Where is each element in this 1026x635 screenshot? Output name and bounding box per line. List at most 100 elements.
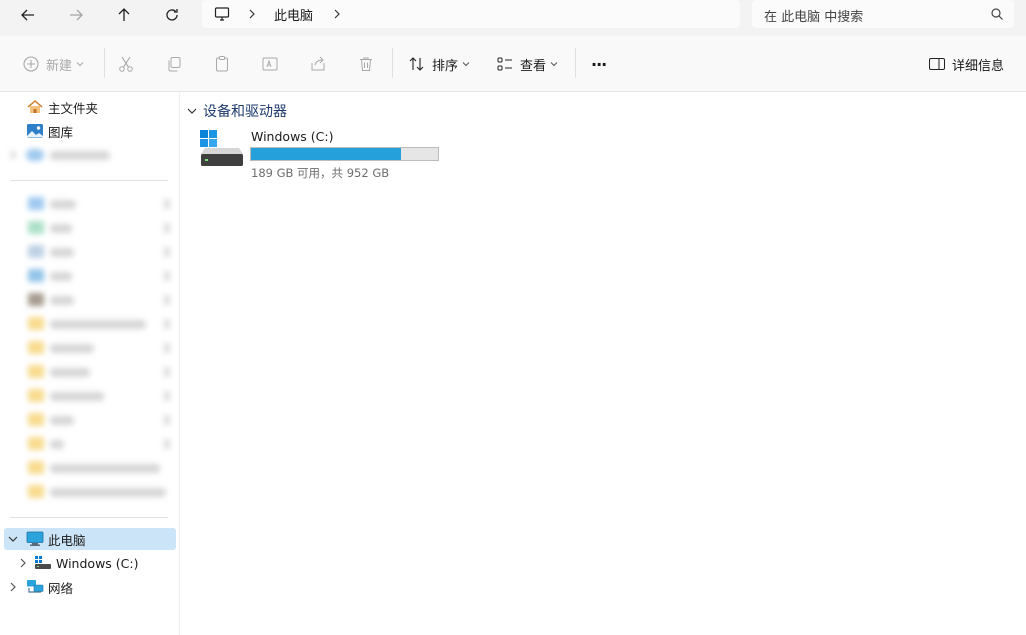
plus-circle-icon (23, 56, 39, 72)
sidebar-item-cloud-account[interactable] (4, 144, 176, 166)
sidebar-pinned-item[interactable] (24, 314, 172, 334)
network-icon (27, 580, 44, 593)
up-button[interactable] (106, 2, 142, 28)
sidebar-item-gallery[interactable]: 图库 (4, 120, 176, 142)
sidebar-item-this-pc[interactable]: 此电脑 (4, 528, 176, 550)
arrow-up-icon (118, 8, 130, 21)
gallery-icon (27, 124, 43, 138)
new-button[interactable]: 新建 (22, 52, 84, 76)
scissors-icon (119, 56, 133, 72)
refresh-button[interactable] (154, 2, 190, 28)
search-placeholder: 在 此电脑 中搜索 (764, 10, 864, 25)
sidebar-pinned-item[interactable] (24, 458, 172, 478)
chevron-right-icon (10, 582, 16, 592)
group-title: 设备和驱动器 (203, 104, 287, 120)
view-label: 查看 (520, 58, 547, 74)
chevron-right-icon (249, 9, 255, 19)
chevron-right-icon (20, 558, 26, 568)
breadcrumb-separator[interactable] (248, 4, 256, 24)
monitor-icon (214, 7, 230, 21)
file-explorer-window: 此电脑 在 此电脑 中搜索 新建 排序 查看 ··· 详细信息 主文件夹 图库 … (0, 0, 1026, 635)
windows-drive-icon (200, 130, 243, 166)
drive-icon (35, 556, 51, 569)
more-options-button[interactable]: ··· (591, 52, 607, 76)
sidebar-pinned-item[interactable] (24, 362, 172, 382)
drive-tile-c[interactable]: Windows (C:) 189 GB 可用，共 952 GB (199, 128, 459, 184)
chevron-down-icon (8, 536, 18, 542)
sidebar-item-home[interactable]: 主文件夹 (4, 96, 176, 118)
clipboard-icon (216, 56, 228, 72)
sidebar-pinned-item[interactable] (24, 482, 172, 502)
sort-label: 排序 (432, 58, 459, 74)
breadcrumb[interactable]: 此电脑 (202, 0, 740, 28)
rename-icon (262, 57, 278, 71)
sidebar-item-label: 网络 (48, 580, 74, 596)
delete-button[interactable] (357, 52, 375, 76)
sidebar-pinned-item[interactable] (24, 194, 172, 214)
toolbar-divider (104, 48, 105, 78)
sidebar-item-label: 图库 (48, 124, 74, 140)
navigation-pane: 主文件夹 图库 此电脑 Windows (C:) 网络 (0, 92, 180, 635)
drive-usage-bar (250, 147, 439, 161)
chevron-down-icon (187, 108, 197, 114)
paste-button[interactable] (213, 52, 231, 76)
share-button[interactable] (309, 52, 327, 76)
sidebar-pinned-item[interactable] (24, 266, 172, 286)
sort-button[interactable]: 排序 (408, 52, 470, 76)
sidebar-pinned-item[interactable] (24, 338, 172, 358)
sidebar-pinned-item[interactable] (24, 218, 172, 238)
sidebar-item-network[interactable]: 网络 (4, 576, 176, 598)
sort-icon (409, 57, 424, 71)
rename-button[interactable] (261, 52, 279, 76)
new-label: 新建 (46, 58, 73, 74)
sidebar-pinned-item[interactable] (24, 434, 172, 454)
toolbar-divider (392, 48, 393, 78)
refresh-icon (166, 9, 178, 21)
sidebar-pinned-item[interactable] (24, 242, 172, 262)
group-header-devices[interactable]: 设备和驱动器 (187, 101, 287, 121)
search-icon (991, 8, 1003, 20)
back-button[interactable] (10, 2, 46, 28)
home-icon (27, 99, 43, 113)
search-input[interactable]: 在 此电脑 中搜索 (752, 0, 1014, 28)
forward-button[interactable] (58, 2, 94, 28)
sidebar-item-label: 主文件夹 (48, 100, 99, 116)
address-bar-row: 此电脑 在 此电脑 中搜索 (0, 0, 1026, 36)
cut-button[interactable] (117, 52, 135, 76)
breadcrumb-item-this-pc[interactable]: 此电脑 (274, 4, 313, 24)
chevron-right-icon (10, 150, 16, 160)
sidebar-item-label: Windows (C:) (56, 555, 139, 571)
command-bar: 新建 排序 查看 ··· 详细信息 (0, 36, 1026, 92)
arrow-right-icon (70, 9, 83, 21)
share-icon (311, 56, 325, 71)
drive-usage-fill (251, 148, 401, 160)
chevron-down-icon (550, 62, 558, 67)
file-list-area[interactable]: 设备和驱动器 Windows (C:) 189 GB 可用，共 952 GB (181, 92, 1026, 635)
chevron-right-icon (334, 9, 340, 19)
view-list-icon (497, 57, 512, 71)
breadcrumb-separator-end[interactable] (333, 4, 341, 24)
view-button[interactable]: 查看 (496, 52, 558, 76)
sidebar-pinned-item[interactable] (24, 290, 172, 310)
details-label: 详细信息 (952, 58, 1005, 74)
toolbar-divider (575, 48, 576, 78)
sidebar-item-drive-c[interactable]: Windows (C:) (4, 552, 176, 574)
chevron-down-icon (76, 62, 84, 67)
details-pane-button[interactable]: 详细信息 (928, 52, 1004, 76)
this-pc-crumb-icon[interactable] (214, 4, 230, 24)
sidebar-pinned-item[interactable] (24, 386, 172, 406)
sidebar-divider (10, 517, 168, 518)
drive-name: Windows (C:) (251, 129, 334, 144)
computer-icon (26, 531, 44, 546)
copy-button[interactable] (165, 52, 183, 76)
details-pane-icon (929, 58, 945, 70)
sidebar-item-label: 此电脑 (48, 532, 86, 548)
chevron-down-icon (462, 62, 470, 67)
more-options-icon: ··· (591, 54, 607, 74)
copy-icon (168, 57, 181, 72)
sidebar-divider (10, 180, 168, 181)
drive-free-space: 189 GB 可用，共 952 GB (251, 166, 390, 180)
trash-icon (360, 57, 372, 71)
sidebar-pinned-item[interactable] (24, 410, 172, 430)
arrow-left-icon (21, 9, 34, 21)
